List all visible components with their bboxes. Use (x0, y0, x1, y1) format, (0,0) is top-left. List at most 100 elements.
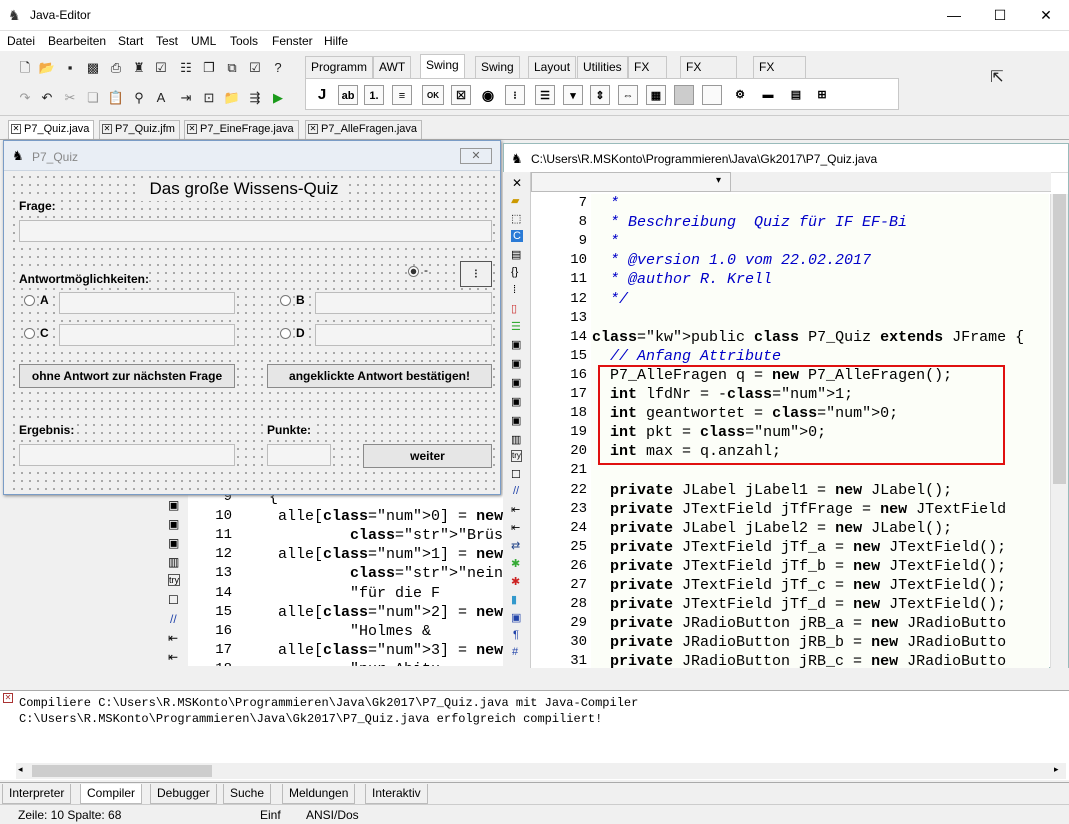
radio-b[interactable] (280, 295, 291, 306)
tab-interaktiv[interactable]: Interaktiv (365, 784, 428, 804)
save-all-icon[interactable]: ▩ (84, 59, 102, 77)
vertical-scrollbar[interactable] (1050, 194, 1068, 668)
menu-hilfe[interactable]: Hilfe (324, 34, 348, 48)
jradiobutton-icon[interactable]: ◉ (478, 85, 498, 105)
doc-icon[interactable]: ▯ (511, 302, 517, 315)
comment-icon[interactable]: // (513, 485, 519, 497)
filetab-p7-quiz-jfm[interactable]: ✕ P7_Quiz.jfm (99, 120, 180, 139)
braces-icon[interactable]: {} (511, 266, 518, 278)
table-icon[interactable]: ▥ (511, 433, 521, 446)
cut-icon[interactable]: ✂ (61, 89, 79, 107)
menu-start[interactable]: Start (118, 34, 143, 48)
scroll-left-icon[interactable]: ◂ (18, 764, 23, 775)
box-icon[interactable]: ▣ (511, 376, 521, 389)
answer-b-field[interactable] (315, 292, 492, 314)
hash-icon[interactable]: # (512, 646, 518, 658)
close-icon[interactable]: ✕ (512, 176, 522, 190)
jpanel-empty-icon[interactable] (702, 85, 722, 105)
menu-test[interactable]: Test (156, 34, 178, 48)
radio-c[interactable] (24, 328, 35, 339)
buttongroup-icon[interactable]: ⁝ (505, 85, 525, 105)
buttongroup-icon[interactable]: ⁝ (460, 261, 492, 287)
radio-a[interactable] (24, 295, 35, 306)
tab-utilities[interactable]: Utilities (577, 56, 628, 78)
close-tab-icon[interactable]: ✕ (11, 124, 21, 135)
scrollbar-thumb[interactable] (1053, 194, 1066, 484)
print-icon[interactable]: ⎙ (107, 59, 125, 77)
skip-question-button[interactable]: ohne Antwort zur nächsten Frage (19, 364, 235, 388)
tab-swing-2[interactable]: Swing 2 (475, 56, 520, 94)
class-icon[interactable]: C (511, 230, 523, 242)
list-icon[interactable]: ▤ (511, 248, 521, 261)
quiz-close-button[interactable]: ✕ (460, 148, 492, 164)
close-tab-icon[interactable]: ✕ (187, 124, 197, 135)
jlist-icon[interactable]: ☰ (535, 85, 555, 105)
jlabel-icon[interactable]: J (312, 85, 332, 105)
close-tab-icon[interactable]: ✕ (102, 124, 112, 135)
try-icon[interactable]: try (511, 450, 522, 462)
jbutton-icon[interactable]: OK (422, 85, 444, 105)
radio-d[interactable] (280, 328, 291, 339)
refresh-icon[interactable]: ⇄ (511, 539, 520, 552)
steps-icon[interactable]: ⇶ (246, 89, 264, 107)
tree-icon[interactable]: ⊞ (812, 85, 832, 105)
tab-interpreter[interactable]: Interpreter (2, 784, 72, 804)
radio-minus[interactable] (408, 266, 419, 277)
folder-icon[interactable]: 📁 (223, 89, 241, 107)
box-icon[interactable]: ▣ (511, 414, 521, 427)
compiler-output[interactable]: ✕ Compiliere C:\Users\R.MSKonto\Programm… (0, 690, 1069, 780)
tab-meldungen[interactable]: Meldungen (282, 784, 356, 804)
folder-icon[interactable]: ▰ (511, 194, 519, 207)
paste-icon[interactable]: 📋 (107, 89, 125, 107)
scroll-right-icon[interactable]: ▸ (1054, 764, 1059, 775)
cylinder-icon[interactable]: ▮ (511, 593, 517, 606)
indent-icon[interactable]: ⇤ (511, 503, 520, 516)
arrow-box-icon[interactable]: ⧉ (223, 59, 241, 77)
tab-debugger[interactable]: Debugger (150, 784, 217, 804)
jformattedfield-icon[interactable]: 1. (364, 85, 384, 105)
filetab-p7-quiz-java[interactable]: ✕ P7_Quiz.java (8, 120, 95, 139)
jfield-icon[interactable]: ▤ (786, 85, 806, 105)
maximize-button[interactable]: ☐ (977, 0, 1023, 31)
menu-bearbeiten[interactable]: Bearbeiten (48, 34, 106, 48)
tab-fx-base[interactable]: FX Base (628, 56, 668, 94)
frage-field[interactable] (19, 220, 492, 242)
scrollbar-thumb[interactable] (32, 765, 212, 777)
quiz-window[interactable]: ♞ P7_Quiz ✕ Das große Wissens-Quiz Frage… (3, 140, 501, 495)
menu-tools[interactable]: Tools (230, 34, 258, 48)
box-icon[interactable]: ▣ (511, 357, 521, 370)
jspinner-icon[interactable]: ⇕ (590, 85, 610, 105)
tab-suche[interactable]: Suche (223, 784, 272, 804)
pilcrow-icon[interactable]: ¶ (513, 629, 519, 641)
horizontal-scrollbar[interactable]: ◂ ▸ (16, 763, 1066, 779)
indent-icon[interactable]: ⇥ (177, 89, 195, 107)
filetab-p7-einefrage[interactable]: ✕ P7_EineFrage.java (184, 120, 299, 139)
box-icon[interactable]: ⬚ (511, 212, 521, 225)
bug-icon[interactable]: ✱ (511, 575, 520, 588)
class-icon[interactable]: ☷ (177, 59, 195, 77)
jtextfield-icon[interactable]: ab (338, 85, 358, 105)
jtextarea-icon[interactable]: ≡ (392, 85, 412, 105)
answer-d-field[interactable] (315, 324, 492, 346)
box-icon[interactable]: ☐ (511, 468, 521, 481)
box-icon[interactable]: ▣ (511, 338, 521, 351)
check-doc-icon[interactable]: ☑ (152, 59, 170, 77)
tab-fx-controls[interactable]: FX Controls (680, 56, 737, 94)
progress-icon[interactable]: ▬ (758, 85, 778, 105)
ergebnis-field[interactable] (19, 444, 235, 466)
tab-awt[interactable]: AWT (373, 56, 412, 78)
tab-swing-1[interactable]: Swing 1 (420, 54, 465, 92)
answer-a-field[interactable] (59, 292, 235, 314)
structure-icon[interactable]: ⊡ (200, 89, 218, 107)
save-icon[interactable]: ▪ (61, 59, 79, 77)
bug-icon[interactable]: ✱ (511, 557, 520, 570)
undo-icon[interactable]: ↶ (38, 89, 56, 107)
minimize-button[interactable]: — (931, 0, 977, 31)
box-icon[interactable]: ▣ (511, 611, 521, 624)
box-icon[interactable]: ▣ (511, 395, 521, 408)
replace-icon[interactable]: A (152, 89, 170, 107)
filetab-p7-allefragen[interactable]: ✕ P7_AlleFragen.java (305, 120, 423, 139)
windows-icon[interactable]: ❐ (200, 59, 218, 77)
slider-icon[interactable]: ⚙ (730, 85, 750, 105)
close-button[interactable]: ✕ (1023, 0, 1069, 31)
